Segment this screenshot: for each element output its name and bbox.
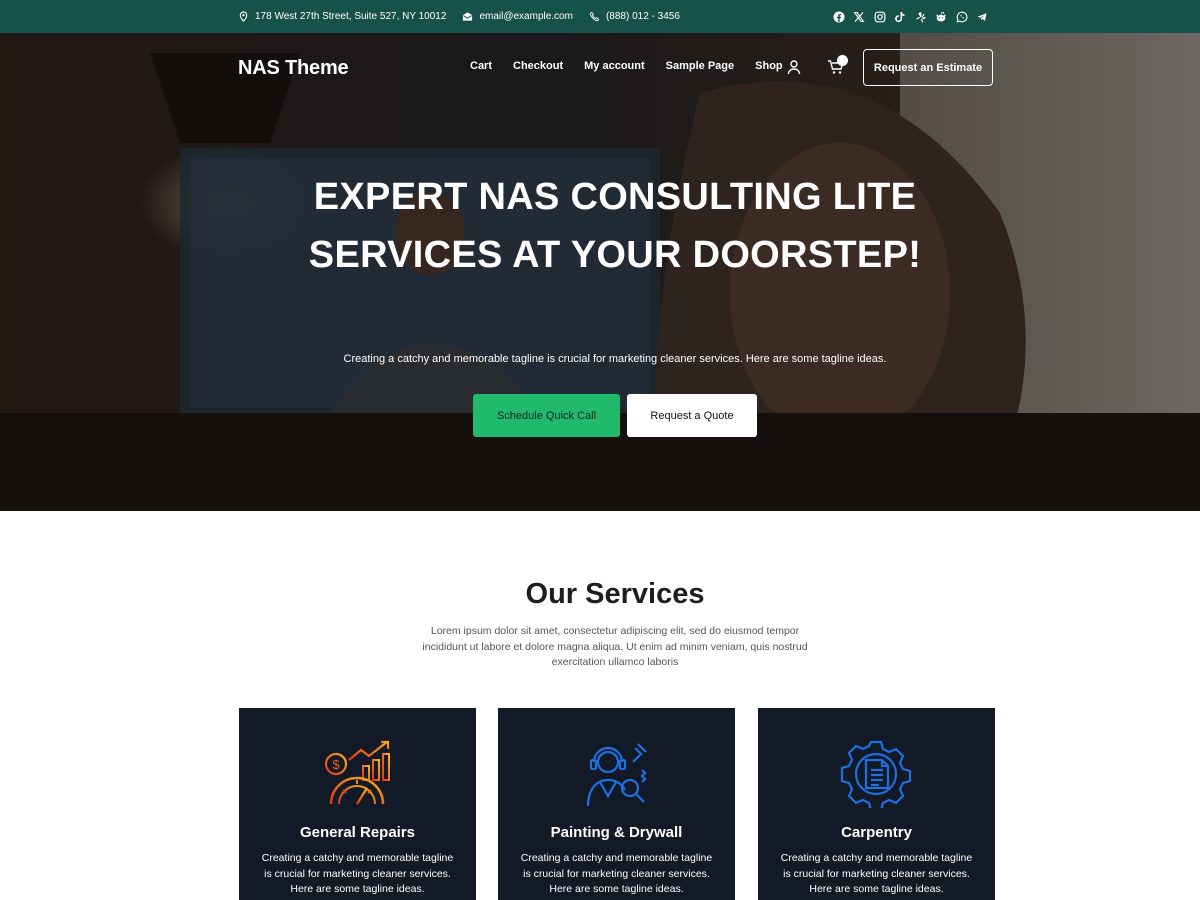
tiktok-icon[interactable] xyxy=(894,10,907,23)
hero-title: EXPERT NAS CONSULTING LITE SERVICES AT Y… xyxy=(308,176,922,276)
finance-growth-icon: $ xyxy=(324,740,390,805)
service-text: Creating a catchy and memorable tagline … xyxy=(780,852,973,895)
service-card-painting-drywall[interactable]: Painting & Drywall Creating a catchy and… xyxy=(498,708,735,900)
address-text: 178 West 27th Street, Suite 527, NY 1001… xyxy=(255,11,447,22)
location-pin-icon xyxy=(239,11,248,22)
menu-item-checkout[interactable]: Checkout xyxy=(513,60,563,72)
telegram-icon[interactable] xyxy=(976,10,989,23)
contact-info: 178 West 27th Street, Suite 527, NY 1001… xyxy=(238,0,696,33)
menu-item-my-account[interactable]: My account xyxy=(584,60,645,72)
instagram-icon[interactable] xyxy=(873,10,886,23)
services-description: Lorem ipsum dolor sit amet, consectetur … xyxy=(422,625,808,668)
x-icon[interactable] xyxy=(853,10,866,23)
service-title: Carpentry xyxy=(841,824,912,841)
whatsapp-icon[interactable] xyxy=(955,10,968,23)
schedule-call-button[interactable]: Schedule Quick Call xyxy=(473,394,620,437)
menu-item-sample-page[interactable]: Sample Page xyxy=(666,60,734,72)
services-title: Our Services xyxy=(525,578,705,610)
support-worker-icon xyxy=(586,743,647,807)
email-icon xyxy=(463,12,473,21)
address-item: 178 West 27th Street, Suite 527, NY 1001… xyxy=(238,11,446,22)
svg-text:$: $ xyxy=(332,757,340,772)
email-item[interactable]: email@example.com xyxy=(462,11,573,22)
site-logo[interactable]: NAS Theme xyxy=(238,57,349,80)
services-grid: $ General Repairs Creating a catchy and … xyxy=(239,708,995,900)
document-gear-icon xyxy=(840,740,912,808)
service-title: Painting & Drywall xyxy=(550,824,683,841)
phone-link[interactable]: (888) 012 - 3456 xyxy=(606,11,680,22)
phone-icon xyxy=(589,11,600,22)
hero-subtitle: Creating a catchy and memorable tagline … xyxy=(343,353,887,365)
email-link[interactable]: email@example.com xyxy=(479,11,573,22)
hero-section: NAS Theme Cart Checkout My account Sampl… xyxy=(0,33,1200,511)
social-links xyxy=(832,0,996,33)
user-account-icon[interactable] xyxy=(786,59,802,75)
menu-item-cart[interactable]: Cart xyxy=(470,60,492,72)
phone-item[interactable]: (888) 012 - 3456 xyxy=(589,11,680,22)
reddit-icon[interactable] xyxy=(935,10,948,23)
yelp-icon[interactable] xyxy=(914,10,927,23)
request-quote-button[interactable]: Request a Quote xyxy=(627,394,757,437)
service-card-general-repairs[interactable]: $ General Repairs Creating a catchy and … xyxy=(239,708,476,900)
service-text: Creating a catchy and memorable tagline … xyxy=(261,852,454,895)
service-card-carpentry[interactable]: Carpentry Creating a catchy and memorabl… xyxy=(758,708,995,900)
main-menu: Cart Checkout My account Sample Page Sho… xyxy=(470,60,804,72)
facebook-icon[interactable] xyxy=(832,10,845,23)
main-header: NAS Theme Cart Checkout My account Sampl… xyxy=(0,33,1200,100)
service-title: General Repairs xyxy=(299,824,416,841)
service-text: Creating a catchy and memorable tagline … xyxy=(520,852,713,895)
cart-count-badge xyxy=(837,55,848,66)
request-estimate-button[interactable]: Request an Estimate xyxy=(863,49,993,86)
top-bar: 178 West 27th Street, Suite 527, NY 1001… xyxy=(0,0,1200,33)
menu-item-shop[interactable]: Shop xyxy=(755,60,783,72)
